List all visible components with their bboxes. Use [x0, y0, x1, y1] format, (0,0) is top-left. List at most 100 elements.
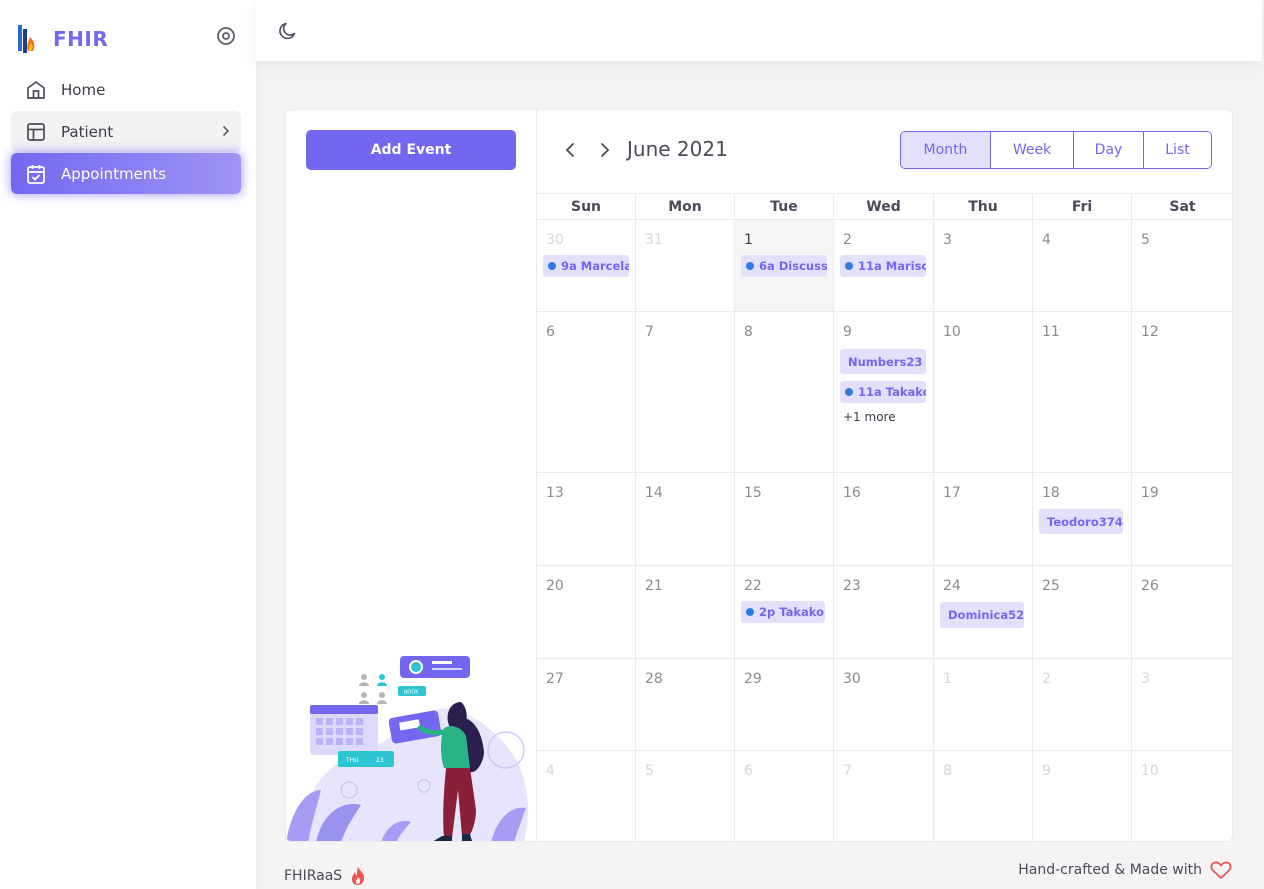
brand-name: FHIR	[53, 27, 109, 51]
sidebar-item-home[interactable]: Home	[11, 69, 241, 110]
day-number: 28	[645, 671, 663, 687]
more-events-link[interactable]: +1 more	[843, 410, 896, 424]
day-number: 15	[744, 485, 762, 501]
heart-icon	[1210, 860, 1232, 880]
event-item[interactable]: 11a Takako'	[840, 381, 926, 403]
calendar-day[interactable]: 21	[636, 566, 735, 658]
event-item[interactable]: Dominica52	[940, 602, 1024, 628]
calendar-day[interactable]: 30	[834, 659, 934, 750]
calendar-day[interactable]: 19	[1132, 473, 1232, 565]
calendar-day[interactable]: 16	[834, 473, 934, 565]
calendar-day[interactable]: 20	[537, 566, 636, 658]
day-number: 1	[744, 232, 753, 248]
calendar-day[interactable]: 3	[1132, 659, 1232, 750]
dow-fri: Fri	[1033, 194, 1132, 220]
calendar-day[interactable]: 7	[636, 312, 735, 472]
view-day-button[interactable]: Day	[1074, 132, 1144, 168]
day-number: 11	[1042, 324, 1060, 340]
calendar-day[interactable]: 24 Dominica52	[934, 566, 1033, 658]
day-number: 23	[843, 578, 861, 594]
calendar-day[interactable]: 6	[735, 751, 834, 841]
sidebar-item-label: Home	[61, 80, 106, 99]
calendar-day[interactable]: 27	[537, 659, 636, 750]
calendar-day[interactable]: 8	[735, 312, 834, 472]
day-number: 9	[843, 324, 852, 340]
calendar-day[interactable]: 5	[1132, 220, 1232, 311]
event-item[interactable]: Teodoro374	[1039, 509, 1123, 534]
chevron-right-icon[interactable]	[596, 140, 614, 160]
calendar-day[interactable]: 3	[934, 220, 1033, 311]
calendar-day[interactable]: 6	[537, 312, 636, 472]
event-label: 9a Marcela	[561, 259, 629, 273]
calendar-day[interactable]: 10	[1132, 751, 1232, 841]
calendar-toolbar: June 2021 Month Week Day List	[537, 110, 1232, 193]
view-week-button[interactable]: Week	[991, 132, 1074, 168]
day-number: 5	[1141, 232, 1150, 248]
calendar-day[interactable]: 15	[735, 473, 834, 565]
calendar-day[interactable]: 25	[1033, 566, 1132, 658]
fhir-logo-icon	[16, 23, 40, 55]
view-list-button[interactable]: List	[1144, 132, 1211, 168]
calendar-week: 30 9a Marcela 31 1 6a Discuss 2 11a Mari…	[537, 220, 1232, 312]
chevron-left-icon[interactable]	[561, 140, 579, 160]
calendar-week: 27 28 29 30 1 2 3	[537, 659, 1232, 751]
calendar-day[interactable]: 4	[1033, 220, 1132, 311]
view-month-button[interactable]: Month	[901, 132, 991, 168]
calendar-day[interactable]: 23	[834, 566, 934, 658]
sidebar-item-patient[interactable]: Patient	[11, 111, 241, 152]
brand[interactable]: FHIR	[16, 22, 108, 56]
dow-tue: Tue	[735, 194, 834, 220]
calendar-day[interactable]: 10	[934, 312, 1033, 472]
calendar-day[interactable]: 11	[1033, 312, 1132, 472]
calendar-day[interactable]: 18 Teodoro374	[1033, 473, 1132, 565]
calendar-day[interactable]: 4	[537, 751, 636, 841]
calendar-day[interactable]: 8	[934, 751, 1033, 841]
day-number: 8	[943, 763, 952, 779]
calendar-day[interactable]: 12	[1132, 312, 1232, 472]
calendar-day-today[interactable]: 1 6a Discuss	[735, 220, 834, 311]
calendar-day[interactable]: 5	[636, 751, 735, 841]
calendar-sidebar: Add Event THU 23 BOOK	[286, 110, 537, 841]
calendar-day[interactable]: 29	[735, 659, 834, 750]
calendar-day[interactable]: 22 2p Takako'	[735, 566, 834, 658]
calendar-day[interactable]: 2 11a Marisol	[834, 220, 934, 311]
calendar-day[interactable]: 2	[1033, 659, 1132, 750]
day-number: 10	[1141, 763, 1159, 779]
dow-wed: Wed	[834, 194, 934, 220]
event-item[interactable]: 2p Takako'	[741, 601, 825, 623]
calendar-day[interactable]: 9	[1033, 751, 1132, 841]
day-number: 31	[645, 232, 663, 248]
calendar-week: 6 7 8 9 Numbers23 11a Takako' +1 more 10…	[537, 312, 1232, 473]
calendar-week: 20 21 22 2p Takako' 23 24 Dominica52 25 …	[537, 566, 1232, 659]
day-number: 3	[943, 232, 952, 248]
calendar-day[interactable]: 7	[834, 751, 934, 841]
calendar-day[interactable]: 26	[1132, 566, 1232, 658]
day-number: 30	[843, 671, 861, 687]
calendar-day[interactable]: 9 Numbers23 11a Takako' +1 more	[834, 312, 934, 472]
day-number: 9	[1042, 763, 1051, 779]
event-item[interactable]: 9a Marcela	[543, 255, 629, 277]
day-number: 26	[1141, 578, 1159, 594]
event-item[interactable]: 6a Discuss	[741, 255, 827, 277]
dow-mon: Mon	[636, 194, 735, 220]
day-number: 2	[843, 232, 852, 248]
calendar-day[interactable]: 31	[636, 220, 735, 311]
moon-icon[interactable]	[278, 21, 298, 41]
event-dot-icon	[845, 388, 853, 396]
add-event-button[interactable]: Add Event	[306, 130, 516, 170]
collapse-toggle-icon[interactable]	[215, 25, 237, 47]
calendar-day[interactable]: 28	[636, 659, 735, 750]
sidebar-item-appointments[interactable]: Appointments	[11, 153, 241, 194]
calendar-day[interactable]: 17	[934, 473, 1033, 565]
event-item[interactable]: Numbers23	[840, 349, 926, 374]
calendar-day[interactable]: 14	[636, 473, 735, 565]
event-item[interactable]: 11a Marisol	[840, 255, 926, 277]
calendar-day[interactable]: 30 9a Marcela	[537, 220, 636, 311]
calendar-card: Add Event THU 23 BOOK June 2021 Month We…	[285, 109, 1233, 842]
day-number: 22	[744, 578, 762, 594]
day-number: 18	[1042, 485, 1060, 501]
day-number: 20	[546, 578, 564, 594]
calendar-day[interactable]: 13	[537, 473, 636, 565]
calendar-day[interactable]: 1	[934, 659, 1033, 750]
day-number: 6	[546, 324, 555, 340]
